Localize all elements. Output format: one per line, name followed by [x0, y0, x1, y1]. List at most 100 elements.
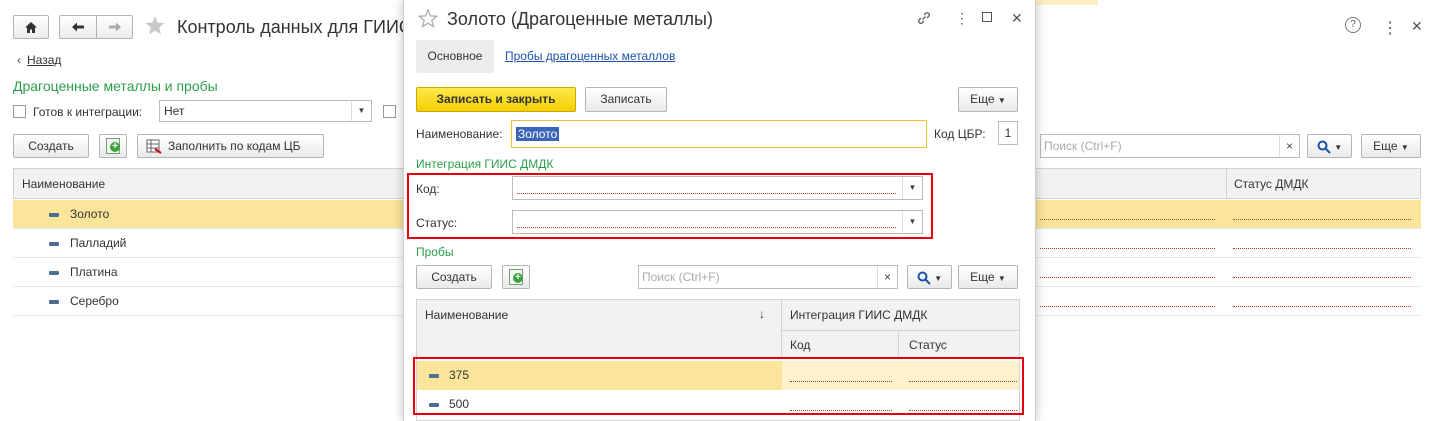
- row-name: Палладий: [70, 236, 127, 250]
- fill-table-icon: [146, 139, 162, 154]
- status-select[interactable]: ▼: [512, 210, 923, 234]
- code-label: Код:: [416, 182, 440, 196]
- chevron-down-icon: ▼: [997, 274, 1006, 283]
- back-nav-button[interactable]: [59, 15, 96, 39]
- name-input[interactable]: Золото: [511, 120, 927, 148]
- dialog-more-button[interactable]: Еще ▼: [958, 87, 1018, 112]
- clear-icon[interactable]: ×: [1279, 135, 1299, 157]
- save-button[interactable]: Записать: [585, 87, 667, 112]
- background-search-input[interactable]: Поиск (Ctrl+F) ×: [1040, 134, 1300, 158]
- tab-main[interactable]: Основное: [416, 40, 494, 73]
- create-button[interactable]: Создать: [13, 134, 89, 158]
- row-cell-empty: [1040, 248, 1215, 249]
- second-checkbox[interactable]: [383, 105, 396, 118]
- name-label: Наименование:: [416, 127, 503, 141]
- section-title: Драгоценные металлы и пробы: [13, 78, 218, 94]
- column-divider: [1226, 169, 1227, 198]
- row-cell-empty: [1040, 306, 1215, 307]
- cbr-code-input[interactable]: 1: [998, 121, 1018, 145]
- search-options-button[interactable]: ▼: [1307, 134, 1352, 158]
- probes-search-options-button[interactable]: ▼: [907, 265, 952, 289]
- fill-cb-button[interactable]: Заполнить по кодам ЦБ: [137, 134, 324, 158]
- row-name: Серебро: [70, 294, 119, 308]
- ready-select-value: Нет: [164, 104, 185, 118]
- chevron-left-icon: ‹: [17, 53, 21, 67]
- tab-probes[interactable]: Пробы драгоценных металлов: [505, 49, 675, 63]
- column-header-status[interactable]: Статус ДМДК: [1234, 177, 1309, 191]
- chevron-down-icon: ▼: [1334, 143, 1343, 152]
- item-icon: [49, 242, 59, 246]
- dialog-title: Золото (Драгоценные металлы): [447, 9, 713, 29]
- column-header-status[interactable]: Статус: [899, 331, 1019, 358]
- name-value: Золото: [516, 127, 560, 141]
- row-status-empty: [1233, 306, 1411, 307]
- chevron-down-icon: ▼: [1400, 143, 1409, 152]
- home-button[interactable]: [13, 15, 49, 39]
- probes-section-title: Пробы: [416, 245, 454, 259]
- row-name: Золото: [70, 207, 110, 221]
- ready-checkbox[interactable]: [13, 105, 26, 118]
- forward-nav-button[interactable]: [96, 15, 133, 39]
- add-copy-button[interactable]: [99, 134, 127, 158]
- chevron-down-icon: ▼: [934, 274, 943, 283]
- code-empty-value: [517, 193, 896, 194]
- chevron-down-icon: ▼: [997, 96, 1006, 105]
- more-vertical-icon[interactable]: ⋮: [1382, 18, 1398, 38]
- column-header-name-label: Наименование: [425, 308, 509, 322]
- row-cell-empty: [1040, 277, 1215, 278]
- fill-cb-label: Заполнить по кодам ЦБ: [168, 139, 301, 153]
- save-and-close-button[interactable]: Записать и закрыть: [416, 87, 576, 112]
- item-icon: [49, 300, 59, 304]
- home-icon: [25, 21, 37, 33]
- background-more-label: Еще: [1373, 139, 1398, 153]
- favorite-star-icon[interactable]: [417, 8, 439, 31]
- dropdown-arrow-icon[interactable]: ▼: [902, 211, 922, 233]
- add-document-icon: [509, 269, 523, 285]
- ready-label: Готов к интеграции:: [33, 105, 143, 119]
- arrow-left-icon: [72, 22, 84, 32]
- column-header-name[interactable]: Наименование: [22, 177, 105, 191]
- probes-create-button[interactable]: Создать: [416, 265, 492, 289]
- back-link[interactable]: ‹ Назад: [17, 53, 61, 67]
- column-header-status-label: Статус: [909, 338, 947, 352]
- row-name: Платина: [70, 265, 118, 279]
- cbr-code-label: Код ЦБР:: [934, 127, 986, 141]
- dropdown-arrow-icon[interactable]: ▼: [902, 177, 922, 199]
- probes-add-copy-button[interactable]: [502, 265, 530, 289]
- probes-more-label: Еще: [970, 270, 995, 284]
- favorite-star-icon[interactable]: [144, 15, 166, 39]
- arrow-right-icon: [108, 22, 121, 32]
- close-icon[interactable]: ✕: [1411, 18, 1423, 35]
- row-status-empty: [1233, 219, 1411, 220]
- column-group-label: Интеграция ГИИС ДМДК: [790, 308, 928, 322]
- link-icon[interactable]: [916, 10, 932, 29]
- add-document-icon: [106, 138, 120, 154]
- probes-more-button[interactable]: Еще ▼: [958, 265, 1018, 289]
- column-header-code[interactable]: Код: [782, 331, 899, 358]
- back-link-label[interactable]: Назад: [27, 53, 61, 67]
- integration-section-title: Интеграция ГИИС ДМДК: [416, 157, 554, 171]
- column-header-name[interactable]: Наименование ↓: [417, 300, 782, 358]
- maximize-icon[interactable]: [982, 12, 992, 22]
- row-status-empty: [1233, 277, 1411, 278]
- probes-search-input[interactable]: Поиск (Ctrl+F) ×: [638, 265, 898, 289]
- search-icon: [1317, 140, 1331, 154]
- background-more-button[interactable]: Еще ▼: [1361, 134, 1421, 158]
- more-vertical-icon[interactable]: ⋮: [955, 10, 969, 27]
- close-icon[interactable]: ✕: [1011, 10, 1023, 27]
- code-select[interactable]: ▼: [512, 176, 923, 200]
- ready-select[interactable]: Нет ▼: [159, 100, 372, 122]
- search-placeholder: Поиск (Ctrl+F): [1044, 139, 1122, 153]
- search-placeholder: Поиск (Ctrl+F): [642, 270, 720, 284]
- column-header-code-label: Код: [790, 338, 811, 352]
- sort-arrow-icon: ↓: [759, 307, 765, 321]
- status-label: Статус:: [416, 216, 458, 230]
- dropdown-arrow-icon[interactable]: ▼: [351, 101, 371, 121]
- row-status-empty: [1233, 248, 1411, 249]
- probes-rows-highlight-box: [413, 357, 1024, 415]
- dialog-more-label: Еще: [970, 92, 995, 106]
- help-icon[interactable]: ?: [1345, 17, 1361, 33]
- clear-icon[interactable]: ×: [877, 266, 897, 288]
- column-group-integration: Интеграция ГИИС ДМДК: [782, 300, 1019, 331]
- search-icon: [917, 271, 931, 285]
